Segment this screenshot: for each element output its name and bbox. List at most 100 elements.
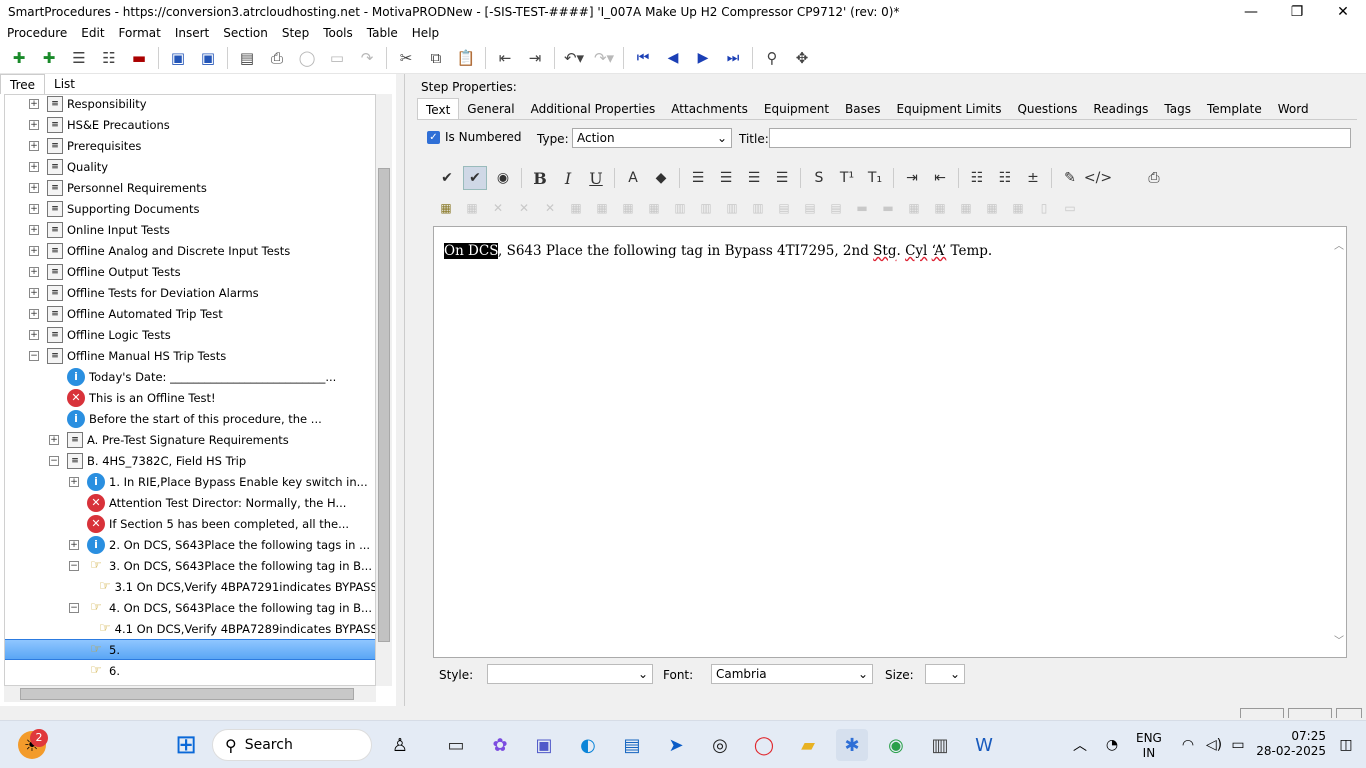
app-icon[interactable]: ➤: [660, 729, 692, 761]
subscript-icon[interactable]: T₁: [863, 166, 887, 190]
tab-tags[interactable]: Tags: [1156, 98, 1199, 119]
decrease-indent-icon[interactable]: ⇤: [928, 166, 952, 190]
table-tool-icon[interactable]: ▯: [1032, 199, 1056, 217]
expand-icon[interactable]: +: [29, 140, 39, 151]
menu-edit[interactable]: Edit: [81, 26, 104, 40]
table-tool-icon[interactable]: ▦: [1006, 199, 1030, 217]
insert-table-icon[interactable]: ▦: [434, 199, 458, 217]
menu-insert[interactable]: Insert: [175, 26, 209, 40]
tab-tree[interactable]: Tree: [0, 74, 46, 94]
tab-bases[interactable]: Bases: [837, 98, 888, 119]
strikethrough-icon[interactable]: S: [807, 166, 831, 190]
style-icon[interactable]: ◉: [491, 166, 515, 190]
start-icon[interactable]: ⊞: [170, 729, 202, 761]
refresh-icon[interactable]: ◯: [296, 47, 318, 69]
widgets-icon[interactable]: ♙: [384, 729, 416, 761]
tab-questions[interactable]: Questions: [1009, 98, 1085, 119]
italic-icon[interactable]: I: [556, 166, 580, 190]
tree-node[interactable]: i Before the start of this procedure, the…: [5, 408, 375, 429]
dell-icon[interactable]: ◎: [704, 729, 736, 761]
edge-icon[interactable]: ◐: [572, 729, 604, 761]
tab-additional-properties[interactable]: Additional Properties: [523, 98, 664, 119]
expand-icon[interactable]: +: [29, 98, 39, 109]
align-left-icon[interactable]: ☰: [686, 166, 710, 190]
expand-icon[interactable]: +: [29, 266, 39, 277]
tree-node[interactable]: + ≡ Prerequisites: [5, 135, 375, 156]
tree-node[interactable]: + ≡ Online Input Tests: [5, 219, 375, 240]
tree-node[interactable]: − ≡ Offline Manual HS Trip Tests: [5, 345, 375, 366]
tree-node[interactable]: i Today's Date: _________________________…: [5, 366, 375, 387]
tree-node[interactable]: ☞ 3.1 On DCS,Verify 4BPA7291indicates BYP…: [5, 576, 375, 597]
menu-tools[interactable]: Tools: [323, 26, 353, 40]
tree-node[interactable]: ✕ Attention Test Director: Normally, the …: [5, 492, 375, 513]
export-icon[interactable]: ▤: [236, 47, 258, 69]
superscript-icon[interactable]: T¹: [835, 166, 859, 190]
html-source-icon[interactable]: </>: [1084, 166, 1112, 190]
tree-node[interactable]: + i 2. On DCS, S643Place the following tag…: [5, 534, 375, 555]
table-tool-icon[interactable]: ▤: [772, 199, 796, 217]
previous-icon[interactable]: ◀: [662, 47, 684, 69]
scrollbar-thumb[interactable]: [20, 688, 354, 700]
store-icon[interactable]: ▤: [616, 729, 648, 761]
highlight-color-icon[interactable]: ◆: [649, 166, 673, 190]
next-icon[interactable]: ▶: [692, 47, 714, 69]
remote-desktop-icon[interactable]: ▥: [924, 729, 956, 761]
first-icon[interactable]: ⏮: [632, 47, 654, 69]
spell-icon[interactable]: ⚲: [761, 47, 783, 69]
tree-node[interactable]: ☞ 6.: [5, 660, 375, 681]
outdent-icon[interactable]: ⇤: [494, 47, 516, 69]
table-tool-icon[interactable]: ✕: [486, 199, 510, 217]
tab-list[interactable]: List: [45, 74, 84, 94]
opera-icon[interactable]: ◯: [748, 729, 780, 761]
underline-icon[interactable]: U: [584, 166, 608, 190]
tab-equipment[interactable]: Equipment: [756, 98, 837, 119]
numbered-list-icon[interactable]: ☷: [993, 166, 1017, 190]
increase-indent-icon[interactable]: ⇥: [900, 166, 924, 190]
expand-icon[interactable]: +: [29, 161, 39, 172]
maximize-button[interactable]: ❐: [1274, 0, 1320, 24]
step-text-editor[interactable]: On DCS, S643 Place the following tag in …: [433, 226, 1347, 658]
expand-icon[interactable]: +: [29, 329, 39, 340]
font-color-icon[interactable]: A: [621, 166, 645, 190]
align-right-icon[interactable]: ☰: [742, 166, 766, 190]
type-dropdown[interactable]: Action ⌄: [572, 128, 732, 148]
title-input[interactable]: [769, 128, 1351, 148]
battery-icon[interactable]: ▭: [1222, 729, 1254, 761]
table-tool-icon[interactable]: ▬: [850, 199, 874, 217]
expand-icon[interactable]: +: [49, 434, 59, 445]
minimize-button[interactable]: —: [1228, 0, 1274, 24]
notifications-icon[interactable]: ◫: [1330, 729, 1362, 761]
style-dropdown[interactable]: ⌄: [487, 664, 653, 684]
table-tool-icon[interactable]: ▭: [1058, 199, 1082, 217]
chevron-up-icon[interactable]: ︿: [1064, 729, 1096, 761]
table-tool-icon[interactable]: ▦: [616, 199, 640, 217]
redo-action-icon[interactable]: ↷: [356, 47, 378, 69]
table-tool-icon[interactable]: ▦: [902, 199, 926, 217]
indent-icon[interactable]: ⇥: [524, 47, 546, 69]
table-tool-icon[interactable]: ✕: [538, 199, 562, 217]
teams-icon[interactable]: ▣: [528, 729, 560, 761]
tree-node[interactable]: + ≡ A. Pre-Test Signature Requirements: [5, 429, 375, 450]
table-tool-icon[interactable]: ▥: [694, 199, 718, 217]
table-tool-icon[interactable]: ▦: [590, 199, 614, 217]
table-tool-icon[interactable]: ▦: [460, 199, 484, 217]
table-tool-icon[interactable]: ▦: [642, 199, 666, 217]
table-tool-icon[interactable]: ▥: [720, 199, 744, 217]
add-icon[interactable]: ✚: [8, 47, 30, 69]
menu-procedure[interactable]: Procedure: [7, 26, 67, 40]
tree-node[interactable]: + ≡ Personnel Requirements: [5, 177, 375, 198]
list-alt-icon[interactable]: ☷: [98, 47, 120, 69]
tree-node[interactable]: + ≡ Offline Output Tests: [5, 261, 375, 282]
window-icon[interactable]: ▭: [326, 47, 348, 69]
expand-icon[interactable]: +: [29, 308, 39, 319]
tree-node[interactable]: + ≡ Supporting Documents: [5, 198, 375, 219]
procedure-tree[interactable]: + ≡ Responsibility + ≡ HS&E Precautions + ≡ Prer…: [4, 94, 376, 686]
tree-node[interactable]: ☞ 4.1 On DCS,Verify 4BPA7289indicates BYP…: [5, 618, 375, 639]
tree-node[interactable]: + ≡ Quality: [5, 156, 375, 177]
save-all-icon[interactable]: ▣: [167, 47, 189, 69]
paste-icon[interactable]: 📋: [455, 47, 477, 69]
table-tool-icon[interactable]: ✕: [512, 199, 536, 217]
scroll-up-icon[interactable]: ︿: [1334, 237, 1344, 252]
table-tool-icon[interactable]: ▦: [928, 199, 952, 217]
table-tool-icon[interactable]: ▦: [954, 199, 978, 217]
